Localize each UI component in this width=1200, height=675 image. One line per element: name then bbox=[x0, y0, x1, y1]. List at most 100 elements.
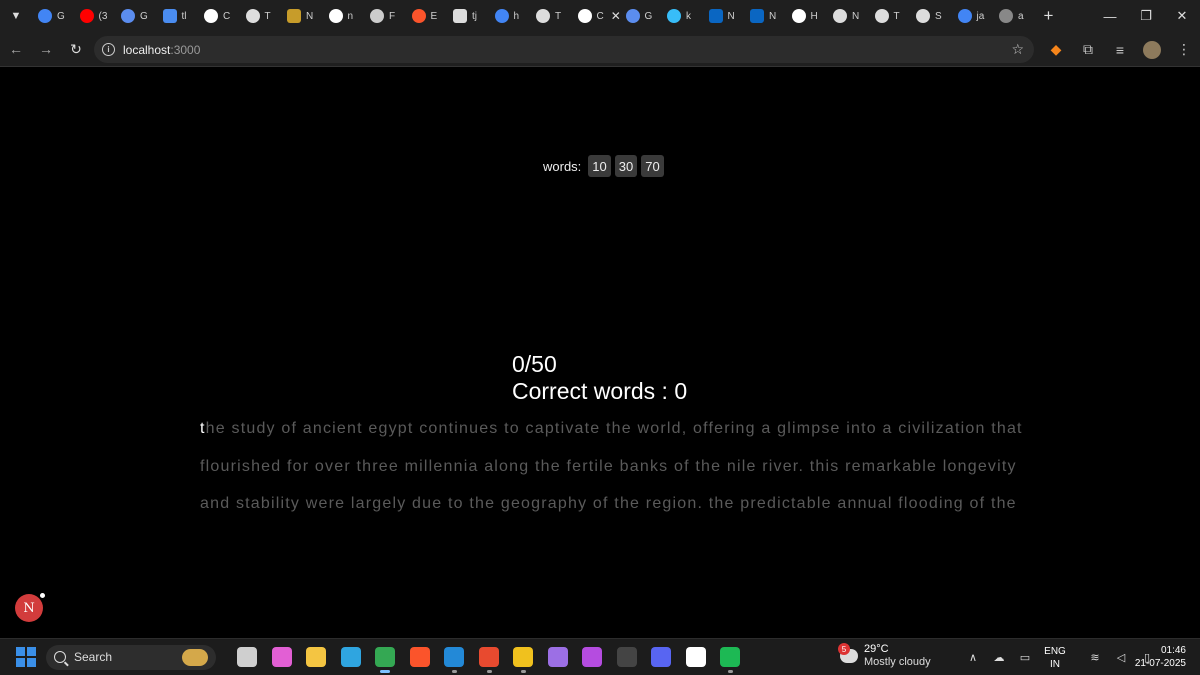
close-window-icon[interactable]: ✕ bbox=[1164, 0, 1200, 32]
tab-title: E bbox=[430, 10, 438, 22]
tab-title: T bbox=[264, 10, 271, 22]
discord-icon[interactable] bbox=[644, 639, 679, 675]
brave-icon bbox=[411, 9, 426, 23]
git-icon[interactable] bbox=[506, 639, 541, 675]
cloud-sync-icon[interactable]: ☁ bbox=[986, 640, 1012, 675]
taskbar-search[interactable]: Search bbox=[46, 644, 216, 670]
browser-tab[interactable]: tj bbox=[447, 0, 489, 32]
system-tray: ∧ ☁ ▭ ENG IN ≋ ◁ ▯ bbox=[960, 639, 1160, 675]
app-glyph bbox=[651, 647, 672, 667]
address-bar[interactable]: i localhost:3000 ☆ bbox=[94, 36, 1034, 63]
task-view-icon[interactable] bbox=[230, 639, 265, 675]
copilot-icon[interactable] bbox=[265, 639, 300, 675]
site-info-icon[interactable]: i bbox=[102, 43, 115, 56]
words-70-button[interactable]: 70 bbox=[641, 155, 664, 177]
media-controls-icon[interactable]: ≡ bbox=[1104, 34, 1136, 66]
close-icon bbox=[577, 9, 592, 23]
restore-icon[interactable]: ❐ bbox=[1128, 0, 1164, 32]
search-highlight-image bbox=[182, 648, 208, 666]
nextjs-dev-badge[interactable]: N bbox=[15, 592, 46, 622]
browser-tab[interactable]: ja bbox=[952, 0, 994, 32]
app-glyph bbox=[444, 647, 465, 667]
kebab-menu-icon[interactable]: ⋮ bbox=[1168, 34, 1200, 66]
app-glyph bbox=[271, 647, 292, 667]
tab-close-icon[interactable]: ✕ bbox=[611, 9, 620, 23]
tab-title: G bbox=[57, 10, 65, 22]
back-arrow-icon[interactable]: ← bbox=[2, 35, 30, 63]
chevron-up-icon[interactable]: ∧ bbox=[960, 640, 986, 675]
language-indicator[interactable]: ENG IN bbox=[1038, 645, 1072, 671]
page-viewport: words: 10 30 70 0/50 Correct words : 0 t… bbox=[0, 68, 1200, 638]
tab-strip: ▼ G (3 Gtl C T Nn F Etj h T C ✕ Gk N N H N T Sja a + — ❐ ✕ bbox=[0, 0, 1200, 32]
google-icon bbox=[957, 9, 972, 23]
browser-tab[interactable]: T bbox=[869, 0, 911, 32]
browser-tab[interactable]: tl bbox=[157, 0, 199, 32]
search-label: Search bbox=[74, 650, 113, 664]
browser-tab[interactable]: N bbox=[744, 0, 786, 32]
vscode-icon[interactable] bbox=[437, 639, 472, 675]
spotify-icon[interactable] bbox=[713, 639, 748, 675]
bookmark-star-icon[interactable]: ☆ bbox=[1011, 41, 1024, 58]
browser-tab[interactable]: a bbox=[993, 0, 1035, 32]
minimize-icon[interactable]: — bbox=[1092, 0, 1128, 32]
browser-tab[interactable]: N bbox=[703, 0, 745, 32]
language-code: ENG bbox=[1044, 645, 1066, 657]
terminal-icon[interactable] bbox=[610, 639, 645, 675]
volume-icon[interactable]: ◁ bbox=[1108, 640, 1134, 675]
browser-tab[interactable]: C ✕ bbox=[572, 0, 620, 32]
edge-icon[interactable] bbox=[334, 639, 369, 675]
browser-tab[interactable]: E bbox=[406, 0, 448, 32]
browser-tab[interactable]: F bbox=[364, 0, 406, 32]
browser-tab[interactable]: T bbox=[240, 0, 282, 32]
postman-icon[interactable] bbox=[472, 639, 507, 675]
reload-icon[interactable]: ↻ bbox=[62, 35, 90, 63]
browser-tab[interactable]: S bbox=[910, 0, 952, 32]
weather-widget[interactable]: 5 29°C Mostly cloudy bbox=[838, 643, 931, 669]
linkedin-icon bbox=[708, 9, 723, 23]
openai-icon bbox=[874, 9, 889, 23]
gemini-icon bbox=[121, 9, 135, 23]
extensions-puzzle-icon[interactable]: ⧉ bbox=[1072, 34, 1104, 66]
tab-title: F bbox=[389, 10, 396, 22]
tab-search-chevron-icon[interactable]: ▼ bbox=[0, 0, 32, 32]
tab-title: N bbox=[306, 10, 314, 22]
metamask-fox-icon[interactable]: ◆ bbox=[1040, 34, 1072, 66]
file-explorer-icon[interactable] bbox=[299, 639, 334, 675]
browser-tab[interactable]: n bbox=[323, 0, 365, 32]
leaf-icon[interactable] bbox=[541, 639, 576, 675]
wifi-icon[interactable]: ≋ bbox=[1082, 640, 1108, 675]
chrome-icon[interactable] bbox=[368, 639, 403, 675]
new-tab-button[interactable]: + bbox=[1035, 0, 1063, 32]
triangle-icon bbox=[204, 9, 218, 23]
tab-title: a bbox=[1018, 10, 1024, 22]
words-30-button[interactable]: 30 bbox=[614, 155, 638, 177]
battery-icon[interactable]: ▭ bbox=[1012, 640, 1038, 675]
profile-avatar[interactable] bbox=[1136, 34, 1168, 66]
mt-icon bbox=[287, 9, 301, 23]
browser-tab[interactable]: T bbox=[530, 0, 572, 32]
browser-tab[interactable]: G bbox=[115, 0, 157, 32]
tab-title: N bbox=[852, 10, 860, 22]
browser-tab[interactable]: C bbox=[198, 0, 240, 32]
system-clock[interactable]: 01:46 21-07-2025 bbox=[1135, 644, 1186, 670]
words-10-button[interactable]: 10 bbox=[588, 155, 611, 177]
tab-title: C bbox=[596, 10, 604, 22]
browser-tab[interactable]: N bbox=[827, 0, 869, 32]
app-glyph bbox=[547, 647, 568, 667]
browser-tab[interactable]: (3 bbox=[74, 0, 116, 32]
app-glyph bbox=[237, 647, 258, 667]
tab-list: G (3 Gtl C T Nn F Etj h T C ✕ Gk N N H N T Sja a bbox=[32, 0, 1035, 32]
forward-arrow-icon[interactable]: → bbox=[32, 35, 60, 63]
browser-tab[interactable]: k bbox=[661, 0, 703, 32]
browser-tab[interactable]: H bbox=[786, 0, 828, 32]
browser-tab[interactable]: G bbox=[32, 0, 74, 32]
typing-passage[interactable]: the study of ancient egypt continues to … bbox=[200, 410, 1030, 523]
brave-icon[interactable] bbox=[403, 639, 438, 675]
browser-tab[interactable]: G bbox=[620, 0, 662, 32]
browser-tab[interactable]: N bbox=[281, 0, 323, 32]
tab-title: T bbox=[555, 10, 562, 22]
browser-tab[interactable]: h bbox=[489, 0, 531, 32]
windows-start-icon[interactable] bbox=[16, 647, 36, 667]
notion-icon[interactable] bbox=[679, 639, 714, 675]
intellij-icon[interactable] bbox=[575, 639, 610, 675]
